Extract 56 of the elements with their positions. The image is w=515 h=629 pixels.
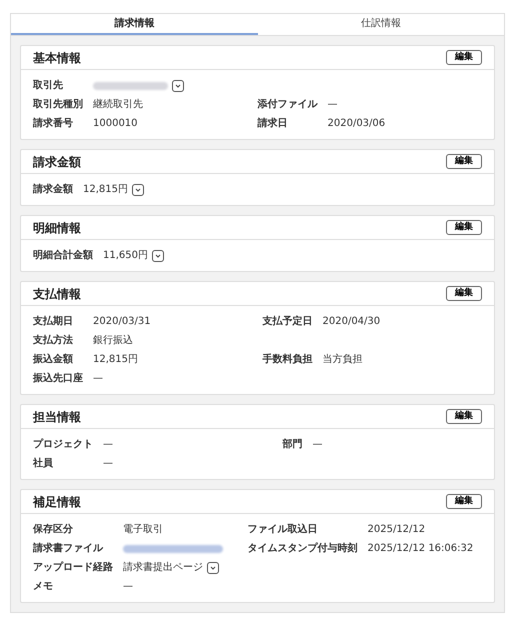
field-value: — xyxy=(123,580,133,594)
edit-button[interactable]: 編集 xyxy=(446,50,482,65)
field-label: 社員 xyxy=(33,456,54,471)
field-label: 保存区分 xyxy=(33,522,74,537)
field-label: 請求日 xyxy=(258,116,288,131)
field-label: 手数料負担 xyxy=(262,352,312,367)
field-label: 支払予定日 xyxy=(262,314,312,329)
edit-button[interactable]: 編集 xyxy=(446,494,482,509)
field-label: 支払方法 xyxy=(33,333,74,348)
field-label: アップロード経路 xyxy=(33,560,113,575)
tab[interactable]: 仕訳情報 xyxy=(258,14,504,35)
tab[interactable]: 請求情報 xyxy=(11,14,258,35)
field-label: 取引先 xyxy=(33,78,64,93)
field-value: 12,815円 xyxy=(93,353,138,367)
field-label: 添付ファイル xyxy=(258,98,318,112)
section-title: 補足情報 xyxy=(33,494,81,510)
field-label: 請求金額 xyxy=(33,182,73,197)
edit-button[interactable]: 編集 xyxy=(446,286,482,301)
field-value: 2020/03/06 xyxy=(328,117,386,131)
section-title: 基本情報 xyxy=(33,50,81,66)
field-value: 請求書提出ページ xyxy=(123,560,203,575)
field-label: 支払期日 xyxy=(33,314,74,329)
field-value: 銀行振込 xyxy=(93,334,133,348)
field-value: 当方負担 xyxy=(322,352,362,367)
field-label: ファイル取込日 xyxy=(248,522,318,537)
field-label: 振込先口座 xyxy=(33,371,83,386)
field-label: 振込金額 xyxy=(33,352,74,367)
field-value: 1000010 xyxy=(93,117,138,131)
field-value: 12,815円 xyxy=(83,183,128,197)
edit-button[interactable]: 編集 xyxy=(446,220,482,235)
field-value: — xyxy=(103,438,113,452)
field-value: — xyxy=(328,98,338,112)
field-label: メモ xyxy=(33,580,54,594)
section-title: 担当情報 xyxy=(33,408,81,426)
field-value: 電子取引 xyxy=(123,523,163,537)
field-value: 11,650円 xyxy=(103,249,148,263)
edit-button[interactable]: 編集 xyxy=(446,409,482,424)
edit-button[interactable]: 編集 xyxy=(446,154,482,169)
section-title: 支払情報 xyxy=(33,286,81,302)
field-label: 部門 xyxy=(282,438,302,452)
field-label: 明細合計金額 xyxy=(33,248,93,263)
field-label: タイムスタンプ付与時刻 xyxy=(248,541,358,556)
field-value: 継続取引先 xyxy=(93,98,143,112)
field-label: 請求番号 xyxy=(33,116,74,131)
field-value: — xyxy=(312,438,322,452)
field-value: 2020/04/30 xyxy=(322,315,380,329)
field-label: プロジェクト xyxy=(33,437,93,452)
field-value: 2025/12/12 xyxy=(368,523,426,537)
field-label: 取引先種別 xyxy=(33,98,83,112)
section-title: 請求金額 xyxy=(33,154,81,170)
section-title: 明細情報 xyxy=(33,220,81,236)
field-value: — xyxy=(93,372,103,386)
field-value: 2020/03/31 xyxy=(93,315,151,329)
field-label: 請求書ファイル xyxy=(33,542,104,556)
field-value: 2025/12/12 16:06:32 xyxy=(368,542,474,556)
field-value: — xyxy=(103,457,113,471)
